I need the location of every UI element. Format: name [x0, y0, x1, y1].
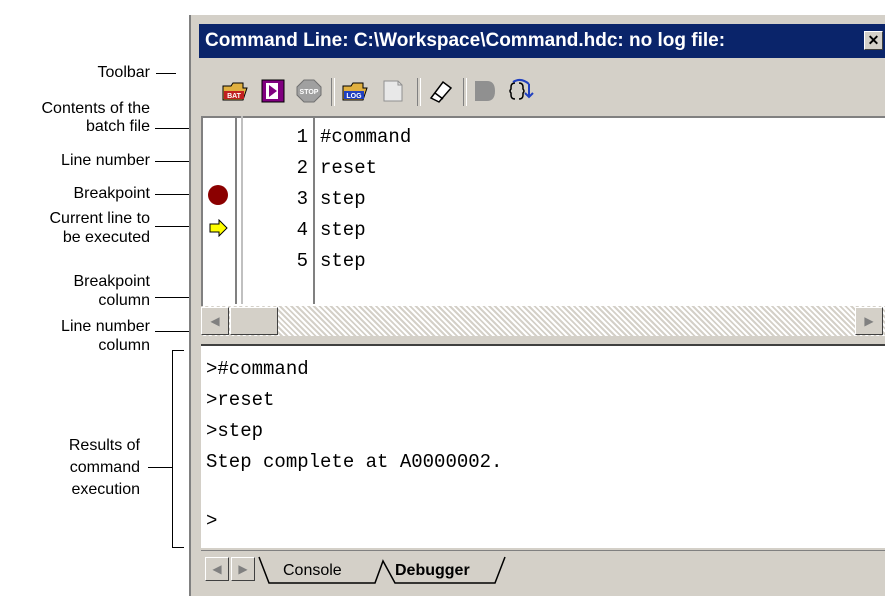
- line-number: 5: [296, 250, 308, 272]
- window-title: Command Line: C:\Workspace\Command.hdc: …: [205, 30, 726, 51]
- close-log-icon[interactable]: [379, 78, 407, 104]
- toolbar-separator: [463, 78, 467, 106]
- breakpoint-marker-icon[interactable]: [208, 185, 228, 205]
- tab-scroll-right-button[interactable]: ▶: [231, 557, 255, 581]
- annotation-toolbar: Toolbar: [97, 64, 150, 81]
- step-icon[interactable]: [507, 78, 535, 104]
- batch-line: step: [320, 250, 366, 272]
- batch-line: step: [320, 219, 366, 241]
- output-line: Step complete at A0000002.: [206, 451, 503, 473]
- annotation-results-1: Results of: [68, 437, 140, 454]
- annotation-results-2: command: [69, 459, 140, 476]
- annotation-bp-col-2: column: [98, 292, 150, 309]
- breakpoint-column-divider: [235, 116, 237, 304]
- annotation-contents-1: Contents of the: [41, 100, 150, 117]
- output-pane[interactable]: >#command >reset >step Step complete at …: [201, 346, 885, 548]
- breakpoint-column-divider-2: [241, 116, 243, 304]
- bracket-results-vert: [172, 350, 173, 548]
- toolbar-separator: [417, 78, 421, 106]
- annotation-ln-col-1: Line number: [61, 318, 150, 335]
- tab-debugger[interactable]: Debugger: [387, 559, 478, 583]
- tab-bar: ◀ ▶ Console Debugger: [201, 550, 885, 585]
- annotation-current-1: Current line to: [49, 210, 151, 227]
- tab-scroll-left-button[interactable]: ◀: [205, 557, 229, 581]
- line-number: 4: [296, 219, 308, 241]
- annotation-results-3: execution: [71, 481, 141, 498]
- svg-text:BAT: BAT: [227, 93, 242, 100]
- stop-batch-icon[interactable]: STOP: [295, 78, 323, 104]
- svg-text:LOG: LOG: [346, 93, 362, 100]
- batch-line: step: [320, 188, 366, 210]
- open-batch-icon[interactable]: BAT: [221, 78, 249, 104]
- bracket-results-bottom: [172, 547, 184, 548]
- current-line-arrow-icon: [209, 218, 229, 242]
- tab-console[interactable]: Console: [275, 559, 350, 583]
- bracket-results-top: [172, 350, 184, 351]
- line-number: 3: [296, 188, 308, 210]
- line-number-column-divider: [313, 116, 315, 304]
- annotation-current-2: be executed: [62, 229, 150, 246]
- batch-line: reset: [320, 157, 378, 179]
- record-icon[interactable]: [471, 78, 499, 104]
- pane-splitter[interactable]: [201, 338, 885, 346]
- scroll-thumb[interactable]: [230, 307, 278, 335]
- svg-text:STOP: STOP: [300, 89, 319, 96]
- line-number: 2: [296, 157, 308, 179]
- editor-horizontal-scrollbar[interactable]: ◀ ▶: [201, 306, 885, 336]
- clear-icon[interactable]: [427, 78, 455, 104]
- line-number: 1: [296, 126, 308, 148]
- scroll-right-button[interactable]: ▶: [855, 307, 883, 335]
- batch-line: #command: [320, 126, 412, 148]
- output-line: >reset: [206, 389, 275, 411]
- run-batch-icon[interactable]: [259, 78, 287, 104]
- scroll-left-button[interactable]: ◀: [201, 307, 229, 335]
- output-prompt: >: [206, 510, 218, 532]
- output-line: >step: [206, 420, 264, 442]
- close-icon[interactable]: ✕: [864, 31, 883, 50]
- annotation-bp-col-1: Breakpoint: [73, 273, 151, 290]
- window-titlebar: Command Line: C:\Workspace\Command.hdc: …: [199, 24, 885, 58]
- toolbar: BAT STOP LOG: [199, 60, 885, 116]
- leader-results: [148, 467, 172, 468]
- annotation-breakpoint: Breakpoint: [73, 185, 151, 202]
- annotation-contents-2: batch file: [85, 118, 150, 135]
- output-line: >#command: [206, 358, 309, 380]
- open-log-icon[interactable]: LOG: [341, 78, 369, 104]
- toolbar-separator: [331, 78, 335, 106]
- annotation-line-number: Line number: [61, 152, 150, 169]
- annotation-ln-col-2: column: [98, 337, 150, 354]
- leader-toolbar: [156, 73, 176, 74]
